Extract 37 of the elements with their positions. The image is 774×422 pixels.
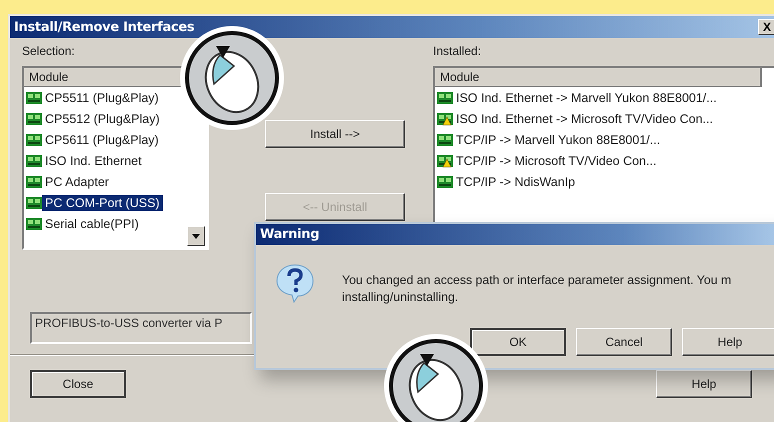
x-button[interactable]: X [758, 19, 774, 35]
help-button[interactable]: Help [656, 370, 752, 398]
network-card-icon [26, 154, 42, 168]
window-title: Install/Remove Interfaces [14, 20, 194, 34]
list-item[interactable]: CP5512 (Plug&Play) [42, 110, 163, 126]
list-item[interactable]: ISO Ind. Ethernet -> Marvell Yukon 88E8001/... [453, 90, 720, 106]
column-header[interactable]: Module [29, 70, 68, 84]
column-header[interactable]: Module [440, 70, 480, 84]
network-card-icon [26, 132, 42, 146]
dialog-title: Warning [260, 227, 320, 242]
network-card-icon [26, 112, 42, 126]
description-field: PROFIBUS-to-USS converter via P [30, 312, 252, 344]
list-item[interactable]: TCP/IP -> NdisWanIp [453, 174, 578, 190]
list-item[interactable]: CP5611 (Plug&Play) [42, 132, 162, 148]
install-button[interactable]: Install --> [265, 120, 405, 148]
list-item[interactable]: Serial cable(PPI) [42, 216, 142, 232]
installed-label: Installed: [433, 44, 482, 60]
mouse-click-icon [384, 334, 488, 422]
selection-label: Selection: [22, 44, 76, 60]
network-card-icon [26, 216, 42, 230]
close-dialog-button[interactable]: Close [30, 370, 126, 398]
network-card-icon [26, 196, 42, 210]
list-item[interactable]: CP5511 (Plug&Play) [42, 90, 162, 106]
list-item[interactable]: PC COM-Port (USS) [42, 194, 163, 210]
list-item[interactable]: ISO Ind. Ethernet -> Microsoft TV/Video Con... [453, 110, 716, 126]
list-item[interactable]: PC Adapter [42, 174, 112, 190]
network-card-icon [26, 90, 42, 104]
network-card-icon [26, 174, 42, 188]
list-item[interactable]: ISO Ind. Ethernet [42, 152, 145, 168]
cancel-button[interactable]: Cancel [576, 328, 672, 356]
help-button[interactable]: Help [682, 328, 774, 356]
warning-message: You changed an access path or interface parameter assignment. You m installing/uninstalling. [342, 272, 732, 306]
ok-button[interactable]: OK [470, 328, 566, 356]
list-item[interactable]: TCP/IP -> Marvell Yukon 88E8001/... [453, 132, 664, 148]
list-item[interactable]: TCP/IP -> Microsoft TV/Video Con... [453, 152, 660, 168]
scroll-down-icon[interactable] [187, 226, 205, 246]
question-icon [276, 263, 314, 303]
